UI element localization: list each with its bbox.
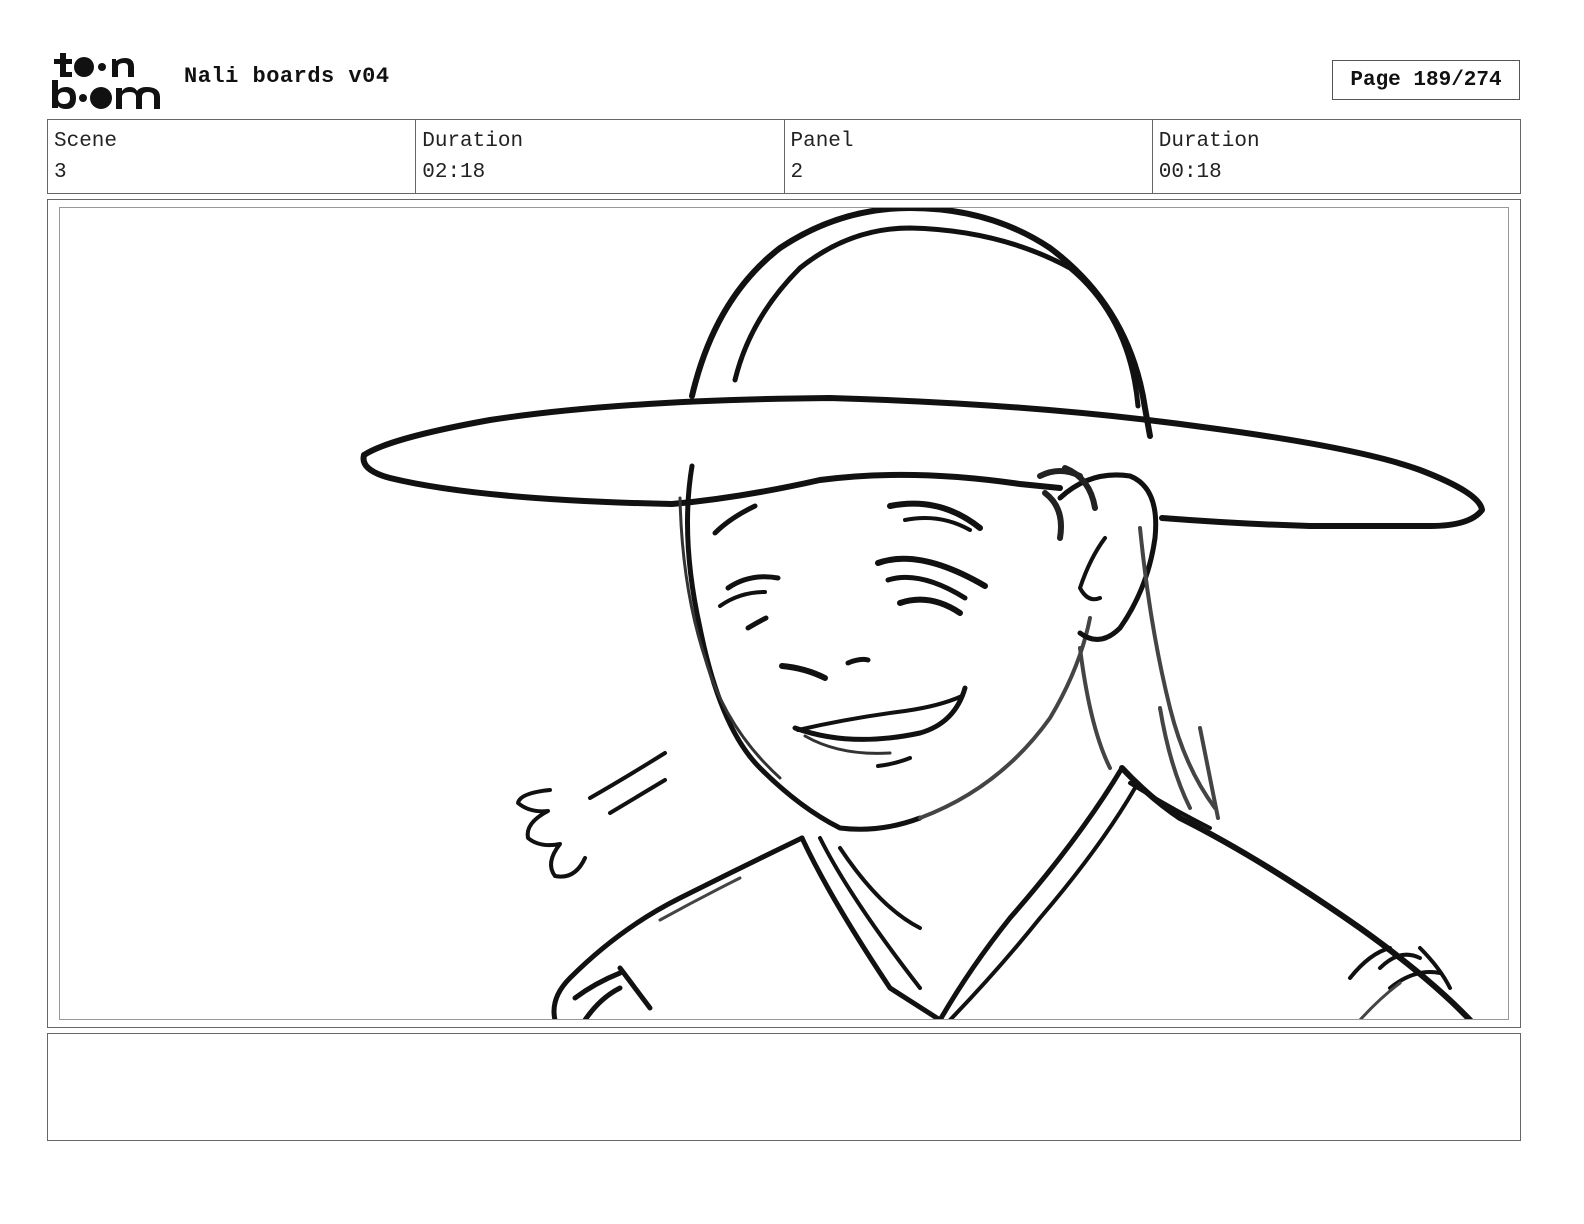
scene-duration-value: 02:18 — [422, 161, 486, 184]
scene-cell: Scene 3 — [48, 120, 417, 193]
panel-duration-label: Duration — [1158, 130, 1260, 153]
panel-notes — [47, 1033, 1521, 1141]
panel-image — [59, 207, 1509, 1020]
toonboom-logo — [52, 53, 160, 109]
scene-info-table: Scene 3 Duration 02:18 Panel 2 Duration … — [47, 119, 1521, 194]
scene-value: 3 — [54, 161, 67, 184]
page-number: Page 189/274 — [1332, 60, 1520, 100]
character-sketch — [360, 208, 1485, 1019]
panel-label: Panel — [790, 130, 854, 153]
panel-duration-cell: Duration 00:18 — [1153, 120, 1520, 193]
scene-label: Scene — [54, 130, 118, 153]
scene-duration-cell: Duration 02:18 — [416, 120, 785, 193]
panel-duration-value: 00:18 — [1158, 161, 1222, 184]
panel-cell: Panel 2 — [785, 120, 1153, 193]
page-number-label: Page 189/274 — [1350, 68, 1502, 92]
panel-value: 2 — [790, 161, 804, 184]
scene-duration-label: Duration — [422, 130, 524, 153]
document-title: Nali boards v04 — [184, 64, 390, 89]
panel-frame — [47, 199, 1521, 1028]
